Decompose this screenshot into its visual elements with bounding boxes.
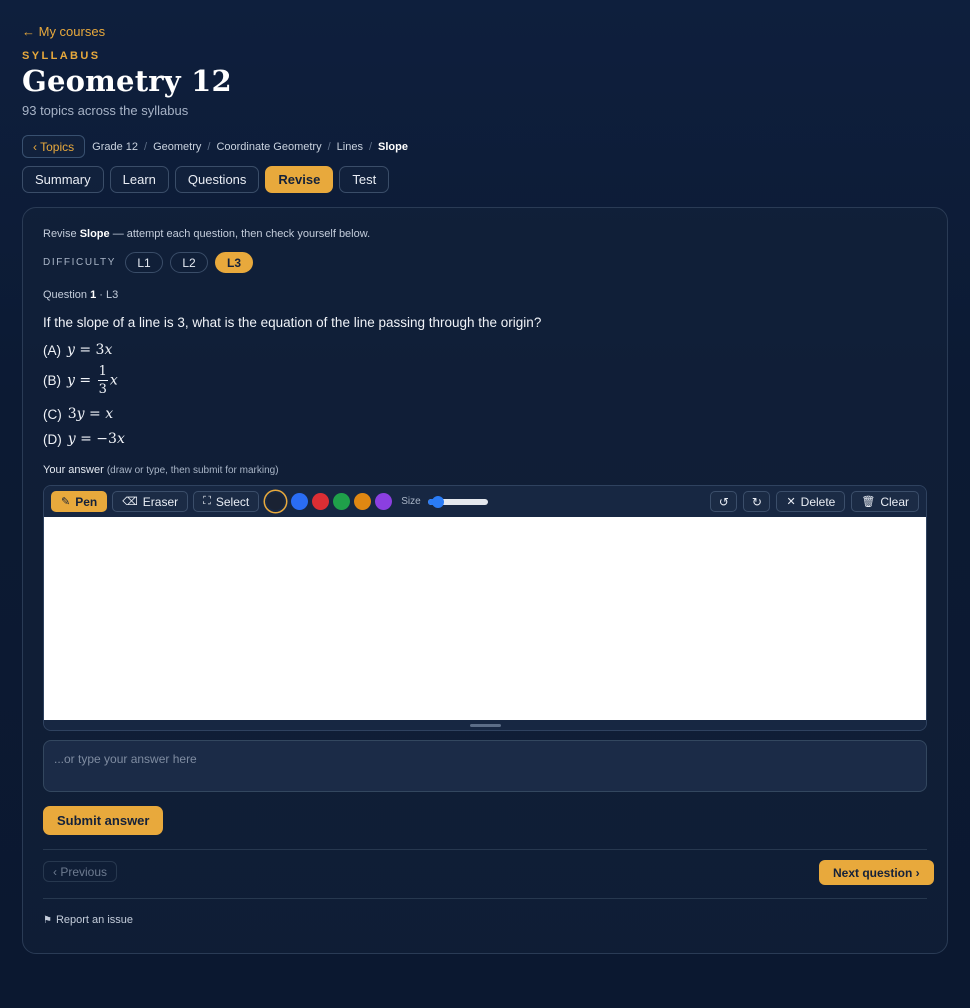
canvas-resize-bar (44, 720, 926, 730)
pen-tool-button[interactable]: ✎ Pen (51, 491, 108, 512)
slider-knob[interactable] (432, 495, 445, 508)
tab-questions[interactable]: Questions (174, 166, 260, 193)
option-math: y = 13x (67, 364, 118, 397)
option-a: (A) y = 3x (43, 342, 112, 358)
color-swatch-orange[interactable] (354, 493, 372, 510)
section-tabs: Summary Learn Questions Revise Test (22, 166, 390, 193)
redo-button[interactable]: ↻ (743, 491, 771, 512)
tab-learn[interactable]: Learn (109, 166, 169, 193)
toolbar-actions: ↺ ↻ ✕ Delete 🗑 Clear (704, 491, 919, 512)
intro-suffix: — attempt each question, then check your… (112, 228, 371, 240)
breadcrumb-item[interactable]: Coordinate Geometry (216, 141, 321, 153)
fraction-denominator: 3 (98, 382, 107, 397)
intro-prefix: Revise (43, 228, 77, 240)
difficulty-l2[interactable]: L2 (170, 252, 209, 273)
revise-intro: Revise Slope — attempt each question, th… (43, 228, 370, 240)
brush-size-slider[interactable] (427, 495, 488, 508)
option-label: (A) (43, 342, 61, 358)
size-label: Size (401, 496, 421, 507)
delete-label: Delete (800, 494, 836, 509)
option-label: (B) (43, 373, 61, 388)
next-question-button[interactable]: Next question › (819, 860, 934, 885)
question-number: 1 (90, 289, 97, 301)
breadcrumb-item[interactable]: Geometry (153, 141, 201, 153)
option-math: y = 3x (67, 342, 113, 358)
breadcrumb: ‹ Topics Grade 12 / Geometry / Coordinat… (22, 135, 408, 158)
breadcrumb-separator: / (368, 140, 373, 153)
difficulty-l1[interactable]: L1 (125, 252, 164, 273)
previous-button[interactable]: ‹ Previous (43, 861, 118, 882)
answer-label-text: Your answer (43, 464, 104, 476)
undo-button[interactable]: ↺ (710, 491, 738, 512)
eraser-label: Eraser (142, 494, 179, 509)
difficulty-l3[interactable]: L3 (215, 252, 254, 273)
report-label: Report an issue (55, 914, 134, 926)
select-icon: ⛶ (203, 495, 211, 507)
answer-label: Your answer (draw or type, then submit f… (43, 464, 279, 476)
eraser-tool-button[interactable]: ⌫ Eraser (112, 491, 189, 512)
divider (43, 849, 927, 850)
typed-answer-input[interactable] (43, 740, 927, 792)
submit-answer-button[interactable]: Submit answer (43, 806, 164, 835)
delete-button[interactable]: ✕ Delete (776, 491, 846, 512)
intro-topic: Slope (79, 228, 110, 240)
option-math: y = −3x (67, 431, 125, 447)
color-swatch-green[interactable] (333, 493, 351, 510)
page-title: Geometry 12 (22, 64, 232, 98)
section-eyebrow: SYLLABUS (22, 50, 101, 62)
clear-button[interactable]: 🗑 Clear (851, 491, 919, 512)
resize-handle[interactable] (470, 724, 501, 727)
fraction: 13 (97, 364, 108, 397)
breadcrumb-separator: / (327, 140, 331, 153)
redo-icon: ↻ (751, 494, 762, 509)
eraser-icon: ⌫ (122, 496, 138, 508)
breadcrumb-item[interactable]: Grade 12 (92, 141, 138, 153)
color-swatch-red[interactable] (312, 493, 330, 510)
breadcrumb-current: Slope (378, 140, 408, 153)
option-label: (C) (43, 406, 62, 422)
topics-back-button[interactable]: ‹ Topics (22, 135, 86, 158)
option-math: 3y = x (67, 406, 114, 422)
difficulty-label: DIFFICULTY (43, 257, 117, 268)
drawing-toolbar: ✎ Pen ⌫ Eraser ⛶ Select Size ↺ ↻ ✕ Delet… (44, 486, 926, 517)
breadcrumb-separator: / (144, 140, 148, 153)
page-subtitle: 93 topics across the syllabus (22, 103, 189, 118)
answer-hint: (draw or type, then submit for marking) (106, 465, 279, 476)
option-b: (B) y = 13x (43, 365, 118, 396)
question-level: · L3 (99, 289, 119, 301)
difficulty-selector: DIFFICULTY L1 L2 L3 (43, 252, 260, 273)
back-to-courses-link[interactable]: ← My courses (22, 24, 105, 39)
undo-icon: ↺ (718, 494, 729, 509)
breadcrumb-item[interactable]: Lines (337, 141, 363, 153)
revise-panel: Revise Slope — attempt each question, th… (22, 207, 948, 954)
fraction-numerator: 1 (97, 364, 108, 381)
trash-icon: 🗑 (861, 496, 876, 508)
close-icon: ✕ (786, 496, 796, 508)
report-issue-link[interactable]: ⚑ Report an issue (43, 914, 133, 926)
option-label: (D) (43, 431, 62, 447)
question-text: If the slope of a line is 3, what is the… (43, 315, 542, 330)
color-swatch-purple[interactable] (375, 493, 393, 510)
breadcrumb-separator: / (207, 140, 211, 153)
tab-summary[interactable]: Summary (22, 166, 104, 193)
clear-label: Clear (880, 494, 909, 509)
select-label: Select (215, 494, 250, 509)
question-meta-prefix: Question (43, 289, 88, 301)
option-c: (C) 3y = x (43, 406, 113, 422)
tab-revise[interactable]: Revise (265, 166, 334, 193)
drawing-canvas[interactable] (44, 517, 926, 720)
tab-test[interactable]: Test (339, 166, 390, 193)
color-swatch-blue[interactable] (291, 493, 309, 510)
select-tool-button[interactable]: ⛶ Select (193, 491, 260, 512)
flag-icon: ⚑ (43, 914, 52, 926)
option-d: (D) y = −3x (43, 431, 125, 447)
pen-label: Pen (75, 494, 98, 509)
drawing-board: ✎ Pen ⌫ Eraser ⛶ Select Size ↺ ↻ ✕ Delet… (43, 485, 927, 731)
color-swatch-black[interactable] (267, 493, 285, 510)
question-meta: Question 1 · L3 (43, 289, 118, 301)
pen-icon: ✎ (61, 496, 71, 508)
divider (43, 898, 927, 899)
